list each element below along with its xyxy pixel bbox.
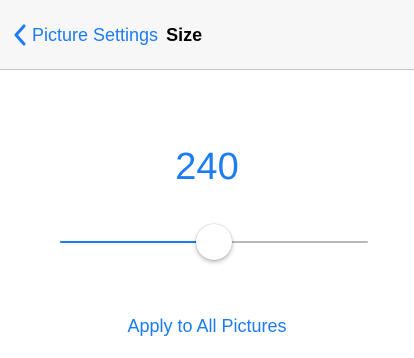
edge-strip (0, 210, 7, 358)
size-value: 240 (175, 146, 239, 188)
slider-track-fill (60, 241, 214, 243)
size-settings-panel: 240 Apply to All Pictures (0, 70, 414, 358)
navigation-bar: Picture Settings Size (0, 0, 414, 70)
page-title: Size (166, 25, 203, 45)
chevron-left-icon (14, 24, 26, 46)
slider-thumb[interactable] (196, 224, 232, 260)
back-button[interactable]: Picture Settings Size (13, 22, 202, 48)
back-button-label: Picture Settings (32, 25, 159, 45)
size-slider[interactable] (60, 222, 368, 262)
apply-to-all-button[interactable]: Apply to All Pictures (0, 314, 414, 338)
